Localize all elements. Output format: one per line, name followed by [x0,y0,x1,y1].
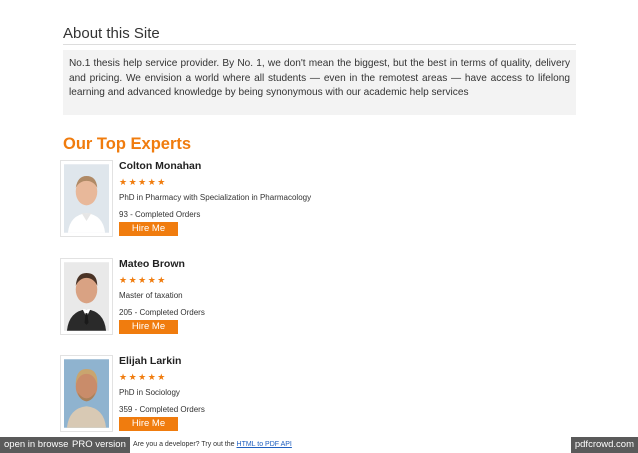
pdf-footer-bar: open in browser PRO version Are you a de… [0,437,638,453]
star-rating-icon: ★★★★★ [119,372,167,382]
expert-card: Elijah Larkin ★★★★★ PhD in Sociology 359… [60,355,520,433]
pdfcrowd-brand-link[interactable]: pdfcrowd.com [570,437,638,453]
hire-me-button[interactable]: Hire Me [119,222,178,236]
open-in-browser-button[interactable]: open in browser [0,437,76,453]
star-rating-icon: ★★★★★ [119,177,167,187]
experts-title: Our Top Experts [63,135,192,153]
star-rating-icon: ★★★★★ [119,275,167,285]
about-title: About this Site [63,25,160,42]
expert-card: Mateo Brown ★★★★★ Master of taxation 205… [60,258,520,336]
expert-orders: 93 - Completed Orders [119,210,201,219]
html-to-pdf-api-link[interactable]: HTML to PDF API [237,441,292,448]
about-divider [63,44,576,45]
about-text: No.1 thesis help service provider. By No… [63,50,576,115]
expert-photo [60,355,113,432]
promo-text: Are you a developer? Try out the [133,441,237,448]
expert-name: Elijah Larkin [119,355,182,367]
expert-name: Mateo Brown [119,258,185,270]
person-photo-icon [64,262,109,331]
expert-name: Colton Monahan [119,160,202,172]
developer-promo: Are you a developer? Try out the HTML to… [133,437,292,453]
hire-me-button[interactable]: Hire Me [119,417,178,431]
expert-card: Colton Monahan ★★★★★ PhD in Pharmacy wit… [60,160,520,238]
expert-degree: PhD in Sociology [119,388,180,397]
pro-version-button[interactable]: PRO version [68,437,130,453]
expert-photo [60,258,113,335]
expert-degree: Master of taxation [119,291,183,300]
hire-me-button[interactable]: Hire Me [119,320,178,334]
person-photo-icon [64,164,109,233]
expert-orders: 359 - Completed Orders [119,405,205,414]
expert-degree: PhD in Pharmacy with Specialization in P… [119,193,312,202]
expert-photo [60,160,113,237]
person-photo-icon [64,359,109,428]
expert-orders: 205 - Completed Orders [119,308,205,317]
